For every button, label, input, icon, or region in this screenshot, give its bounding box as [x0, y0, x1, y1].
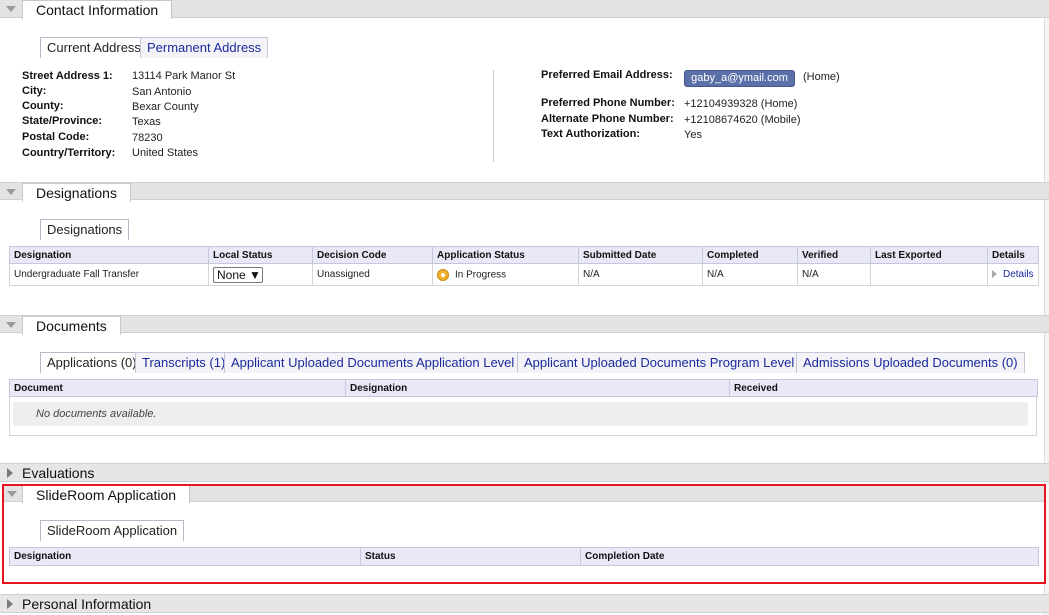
table-header-row: Designation Status Completion Date — [9, 547, 1039, 566]
documents-section-header[interactable]: Documents — [0, 315, 1049, 335]
col-received: Received — [729, 379, 1038, 397]
col-application-status: Application Status — [432, 246, 579, 264]
col-completion-date: Completion Date — [580, 547, 1039, 566]
city-value: San Antonio — [132, 86, 192, 98]
collapse-arrow-icon[interactable] — [6, 322, 16, 328]
preferred-phone-label: Preferred Phone Number: — [541, 97, 675, 109]
col-document: Document — [9, 379, 346, 397]
collapse-arrow-icon[interactable] — [6, 189, 16, 195]
contact-section-header[interactable]: Contact Information — [0, 0, 1049, 19]
postal-label: Postal Code: — [22, 131, 90, 143]
table-header-row: Document Designation Received — [9, 379, 1038, 397]
street-value: 13114 Park Manor St — [132, 70, 236, 82]
personal-section-header[interactable]: Personal Information — [0, 594, 1049, 613]
expand-arrow-icon[interactable] — [7, 599, 13, 609]
city-label: City: — [22, 85, 47, 97]
details-link[interactable]: Details — [1003, 269, 1034, 280]
tab-applicant-app-docs[interactable]: Applicant Uploaded Documents Application… — [224, 352, 541, 373]
slideroom-section-title: SlideRoom Application — [22, 485, 191, 503]
empty-documents-message: No documents available. — [13, 402, 1028, 426]
application-status-text: In Progress — [455, 269, 507, 281]
table-header-row: Designation Local Status Decision Code A… — [9, 246, 1039, 264]
designations-section-title: Designations — [22, 183, 131, 202]
designations-section-header[interactable]: Designations — [0, 182, 1049, 202]
tab-transcripts[interactable]: Transcripts (1) — [135, 352, 233, 373]
tab-admissions-docs[interactable]: Admissions Uploaded Documents (0) — [796, 352, 1025, 373]
col-verified: Verified — [797, 246, 871, 264]
cell-submitted-date: N/A — [578, 263, 703, 286]
email-label: Preferred Email Address: — [541, 69, 673, 81]
cell-verified: N/A — [797, 263, 871, 286]
country-value: United States — [132, 147, 199, 159]
col-local-status: Local Status — [208, 246, 313, 264]
col-designation: Designation — [9, 246, 209, 264]
cell-details: Details — [987, 263, 1039, 286]
text-auth-label: Text Authorization: — [541, 128, 640, 140]
col-last-exported: Last Exported — [870, 246, 988, 264]
right-scroll-edge — [1044, 0, 1049, 615]
col-completed: Completed — [702, 246, 798, 264]
state-value: Texas — [132, 116, 161, 128]
documents-table: Document Designation Received — [9, 379, 1038, 397]
table-row: Undergraduate Fall Transfer None ▼ Unass… — [9, 263, 1039, 286]
col-designation: Designation — [9, 547, 361, 566]
expand-details-icon[interactable] — [992, 270, 997, 279]
email-button[interactable]: gaby_a@ymail.com — [684, 70, 795, 87]
cell-application-status: In Progress — [432, 263, 579, 286]
col-status: Status — [360, 547, 581, 566]
expand-arrow-icon[interactable] — [7, 468, 13, 478]
contact-divider — [493, 70, 494, 162]
collapse-arrow-icon[interactable] — [7, 491, 17, 497]
contact-section-title: Contact Information — [22, 0, 173, 19]
email-type: (Home) — [803, 71, 840, 83]
cell-completed: N/A — [702, 263, 798, 286]
tab-applicant-program-docs[interactable]: Applicant Uploaded Documents Program Lev… — [517, 352, 821, 373]
personal-section-title: Personal Information — [22, 596, 152, 612]
cell-local-status: None ▼ — [208, 263, 313, 286]
slideroom-section-header[interactable]: SlideRoom Application — [4, 485, 1044, 503]
tab-designations[interactable]: Designations — [40, 219, 130, 240]
tab-slideroom-application[interactable]: SlideRoom Application — [40, 520, 185, 541]
col-submitted-date: Submitted Date — [578, 246, 703, 264]
street-label: Street Address 1: — [22, 70, 113, 82]
state-label: State/Province: — [22, 115, 103, 127]
designations-table: Designation Local Status Decision Code A… — [9, 246, 1039, 286]
evaluations-section-title: Evaluations — [22, 465, 95, 481]
slideroom-table: Designation Status Completion Date — [9, 547, 1039, 566]
documents-section-title: Documents — [22, 316, 121, 335]
tab-current-address[interactable]: Current Address — [40, 37, 148, 58]
cell-designation: Undergraduate Fall Transfer — [9, 263, 209, 286]
col-details: Details — [987, 246, 1039, 264]
col-designation: Designation — [345, 379, 730, 397]
country-label: Country/Territory: — [22, 147, 116, 159]
postal-value: 78230 — [132, 132, 163, 144]
collapse-arrow-icon[interactable] — [6, 6, 16, 12]
preferred-phone-value: +12104939328 (Home) — [684, 98, 798, 110]
alternate-phone-value: +12108674620 (Mobile) — [684, 114, 801, 126]
local-status-select[interactable]: None ▼ — [213, 266, 263, 283]
alternate-phone-label: Alternate Phone Number: — [541, 113, 674, 125]
text-auth-value: Yes — [684, 129, 702, 141]
tab-applications[interactable]: Applications (0) — [40, 352, 144, 373]
county-label: County: — [22, 100, 64, 112]
cell-last-exported — [870, 263, 988, 286]
cell-decision-code: Unassigned — [312, 263, 433, 286]
in-progress-icon — [437, 268, 449, 281]
evaluations-section-header[interactable]: Evaluations — [0, 463, 1049, 482]
col-decision-code: Decision Code — [312, 246, 433, 264]
county-value: Bexar County — [132, 101, 199, 113]
tab-permanent-address[interactable]: Permanent Address — [140, 37, 269, 58]
